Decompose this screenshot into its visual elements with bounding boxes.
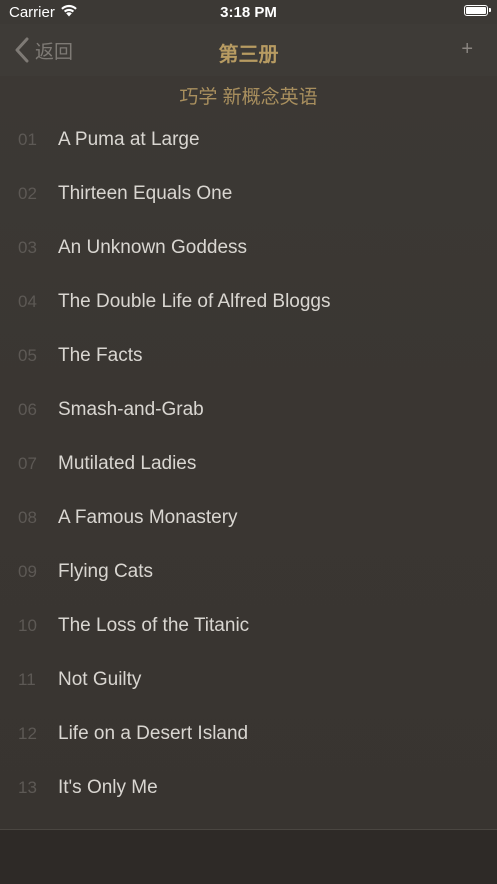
lesson-item[interactable]: 06 Smash-and-Grab xyxy=(0,383,497,437)
lesson-number: 12 xyxy=(18,724,37,743)
back-button[interactable]: 返回 xyxy=(14,34,73,66)
lesson-title: Flying Cats xyxy=(58,561,154,582)
bottom-bar xyxy=(0,829,497,884)
lesson-number: 13 xyxy=(18,778,37,797)
lesson-item[interactable]: 10 The Loss of the Titanic xyxy=(0,599,497,653)
back-label: 返回 xyxy=(35,41,74,63)
app-screen: Carrier 3:18 PM 返回 第三册 + 巧学 新概念英语 01 A P… xyxy=(0,0,497,884)
lesson-number: 08 xyxy=(18,508,37,527)
chevron-left-icon xyxy=(15,37,29,63)
lesson-title: The Loss of the Titanic xyxy=(58,615,250,636)
status-bar: Carrier 3:18 PM xyxy=(0,0,497,24)
lesson-title: Mutilated Ladies xyxy=(58,453,197,474)
lesson-number: 07 xyxy=(18,454,37,473)
lesson-title: Life on a Desert Island xyxy=(58,723,249,744)
book-subtitle: 巧学 新概念英语 xyxy=(179,87,318,108)
lesson-item[interactable]: 07 Mutilated Ladies xyxy=(0,437,497,491)
lesson-title: An Unknown Goddess xyxy=(58,237,248,258)
lesson-title: A Famous Monastery xyxy=(58,507,238,528)
lesson-item[interactable]: 04 The Double Life of Alfred Bloggs xyxy=(0,275,497,329)
lesson-title: The Double Life of Alfred Bloggs xyxy=(58,291,331,312)
lesson-item[interactable]: 01 A Puma at Large xyxy=(0,113,497,167)
add-button[interactable]: + xyxy=(461,38,473,61)
lesson-item[interactable]: 09 Flying Cats xyxy=(0,545,497,599)
page-title: 第三册 xyxy=(218,44,279,66)
lesson-item[interactable]: 03 An Unknown Goddess xyxy=(0,221,497,275)
lesson-item[interactable]: 08 A Famous Monastery xyxy=(0,491,497,545)
lesson-item[interactable]: 05 The Facts xyxy=(0,329,497,383)
lesson-item[interactable]: 02 Thirteen Equals One xyxy=(0,167,497,221)
lesson-title: Smash-and-Grab xyxy=(58,399,204,420)
lesson-number: 10 xyxy=(18,616,37,635)
lesson-title: Thirteen Equals One xyxy=(58,183,233,204)
lesson-number: 05 xyxy=(18,346,37,365)
lesson-title: It's Only Me xyxy=(58,777,158,798)
lesson-number: 04 xyxy=(18,292,37,311)
lesson-number: 01 xyxy=(18,130,37,149)
lesson-title: Not Guilty xyxy=(58,669,142,690)
lesson-number: 03 xyxy=(18,238,37,257)
status-time: 3:18 PM xyxy=(220,4,277,21)
lesson-list: 01 A Puma at Large 02 Thirteen Equals On… xyxy=(0,113,497,815)
lesson-title: A Puma at Large xyxy=(58,129,200,150)
lesson-title: The Facts xyxy=(58,345,143,366)
lesson-item[interactable]: 13 It's Only Me xyxy=(0,761,497,815)
lesson-number: 11 xyxy=(18,670,36,689)
lesson-number: 02 xyxy=(18,184,37,203)
lesson-number: 06 xyxy=(18,400,37,419)
battery-icon xyxy=(464,5,491,16)
navigation-bar: 返回 第三册 + xyxy=(0,24,497,76)
lesson-item[interactable]: 11 Not Guilty xyxy=(0,653,497,707)
lesson-item[interactable]: 12 Life on a Desert Island xyxy=(0,707,497,761)
lesson-number: 09 xyxy=(18,562,37,581)
